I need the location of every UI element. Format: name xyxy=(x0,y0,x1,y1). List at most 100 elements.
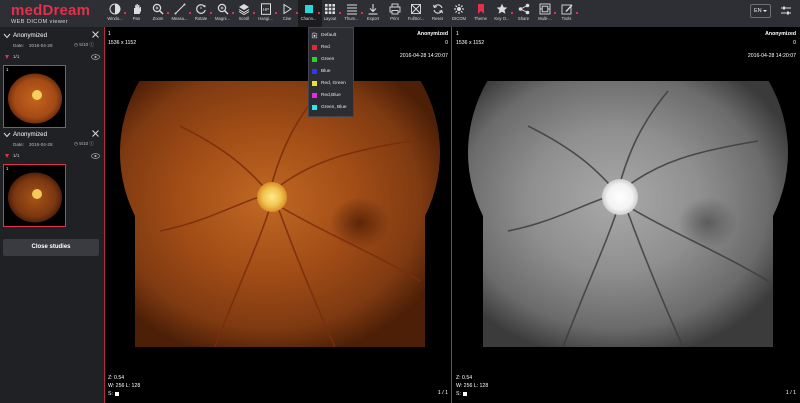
channel-option-label: Red,Blue xyxy=(321,93,341,98)
rotate-icon xyxy=(196,4,206,14)
window-level-readout: W: 256 L: 128 xyxy=(108,383,141,389)
study-sidebar: Anonymized Date: 2016-04-28 ◷ 5/10 ⓘ 1/1… xyxy=(0,27,104,403)
image-size: 1536 x 1152 xyxy=(108,40,137,46)
channel-option-red[interactable]: Red xyxy=(309,43,355,53)
layers-scroll-icon xyxy=(238,4,250,15)
multi-frame-icon xyxy=(539,3,551,15)
patient-id: 0 xyxy=(793,40,796,46)
channel-option-label: Green, Blue xyxy=(321,105,347,110)
tool-download-export-button[interactable]: Export xyxy=(362,0,386,27)
zoom-icon xyxy=(152,3,164,15)
close-icon[interactable] xyxy=(91,30,100,39)
tool-rotate-button[interactable]: Rotate xyxy=(190,0,214,27)
image-size: 1536 x 1152 xyxy=(456,40,485,46)
edit-tools-icon xyxy=(561,4,572,15)
viewport-right[interactable]: 1 1536 x 1152 Anonymized 0 2016-04-28 14… xyxy=(453,27,800,403)
tool-thumbnails-button[interactable]: Thum... xyxy=(341,0,365,27)
tool-layers-scroll-button[interactable]: Scroll xyxy=(233,0,257,27)
tool-channel-color-button[interactable]: Chann... xyxy=(297,0,322,27)
channel-option-default[interactable]: Default xyxy=(309,31,355,41)
info-icon: ⓘ xyxy=(89,42,95,47)
series-count: 1/1 xyxy=(13,54,20,59)
theme-icon xyxy=(477,4,484,14)
retina-thumbnail-image xyxy=(8,73,62,124)
chevron-down-icon[interactable] xyxy=(3,132,11,138)
study-date: 2016-04-28 xyxy=(29,142,53,147)
patient-id: 0 xyxy=(445,40,448,46)
series-row: 1/1 xyxy=(0,152,104,161)
frame-counter: 1 / 1 xyxy=(785,390,796,396)
tool-edit-tools-button[interactable]: Tools xyxy=(556,0,580,27)
logo-text: medDream xyxy=(11,2,91,19)
color-swatch xyxy=(312,45,317,50)
reset-icon xyxy=(432,4,443,14)
study-header[interactable]: Anonymized Date: 2016-04-28 ◷ 5/10 ⓘ xyxy=(0,128,104,151)
series-marker-icon xyxy=(5,154,9,158)
chevron-down-icon xyxy=(763,10,767,12)
channel-option-label: Blue xyxy=(321,69,331,74)
tool-fullscreen-button[interactable]: FullScr... xyxy=(405,0,429,27)
channel-option-red-blue[interactable]: Red,Blue xyxy=(309,91,355,101)
app-logo: medDream WEB DICOM viewer xyxy=(11,3,90,25)
patient-name: Anonymized xyxy=(417,31,448,37)
study-patient-name: Anonymized xyxy=(13,32,48,39)
ruler-measure-icon xyxy=(174,3,185,15)
printer-icon xyxy=(389,3,400,15)
close-icon[interactable] xyxy=(91,129,100,138)
hand-pan-icon xyxy=(133,4,141,14)
download-export-icon xyxy=(368,4,378,15)
color-swatch xyxy=(312,105,317,110)
dropdown-caret-icon[interactable] xyxy=(575,12,578,14)
tool-ruler-measure-button[interactable]: Measu... xyxy=(169,0,193,27)
tool-dicom-tags-button[interactable]: DICOM xyxy=(448,0,472,27)
logo-subtitle: WEB DICOM viewer xyxy=(11,19,69,25)
tool-label: Tools xyxy=(561,16,572,21)
channel-option-blue[interactable]: Blue xyxy=(309,67,355,77)
tool-key-object-star-button[interactable]: Key O... xyxy=(491,0,515,27)
tool-window-level-button[interactable]: Windo... xyxy=(104,0,128,27)
channel-option-green-blue[interactable]: Green, Blue xyxy=(309,103,355,113)
channel-option-label: Red, Green xyxy=(321,81,346,86)
eye-icon[interactable] xyxy=(91,54,100,60)
play-cine-icon xyxy=(283,3,292,15)
tool-theme-button[interactable]: Theme xyxy=(470,0,494,27)
tool-zoom-button[interactable]: Zoom xyxy=(147,0,171,27)
tool-grid-layout-button[interactable]: Layout xyxy=(319,0,343,27)
series-count: 1/1 xyxy=(13,153,20,158)
scale-readout: S: xyxy=(456,391,467,397)
tool-share-button[interactable]: Share xyxy=(513,0,537,27)
channel-color-icon xyxy=(304,5,313,13)
thumbnail-number: 1 xyxy=(6,67,9,72)
channel-dropdown-menu: Default Red Green Blue Red, Green Red,Blue Gre… xyxy=(308,27,354,117)
tool-printer-button[interactable]: Print xyxy=(384,0,408,27)
channel-option-green[interactable]: Green xyxy=(309,55,355,65)
study-header[interactable]: Anonymized Date: 2016-04-28 ◷ 5/10 ⓘ xyxy=(0,29,104,52)
tool-reset-button[interactable]: Reset xyxy=(427,0,451,27)
hanging-protocol-icon: HP xyxy=(260,3,271,15)
clock-icon: ◷ xyxy=(74,42,79,47)
settings-sliders-icon[interactable] xyxy=(778,4,794,18)
share-icon xyxy=(518,3,529,15)
close-studies-button[interactable]: Close studies xyxy=(3,239,99,256)
eye-icon[interactable] xyxy=(91,153,100,159)
channel-option-red-green[interactable]: Red, Green xyxy=(309,79,355,89)
tool-magnifier-button[interactable]: Magni... xyxy=(212,0,236,27)
chevron-down-icon[interactable] xyxy=(3,33,11,39)
viewport-left[interactable]: 1 1536 x 1152 Anonymized 0 2016-04-28 14… xyxy=(104,27,452,403)
tool-play-cine-button[interactable]: Cine xyxy=(276,0,300,27)
color-swatch xyxy=(312,69,317,74)
svg-text:HP: HP xyxy=(262,7,268,12)
color-swatch xyxy=(312,81,317,86)
series-thumbnail[interactable]: 1 xyxy=(3,164,66,227)
zoom-readout: Z: 0.54 xyxy=(108,375,125,381)
tool-hand-pan-button[interactable]: Pan xyxy=(126,0,150,27)
tool-multi-frame-button[interactable]: Multi-... xyxy=(534,0,558,27)
frame-counter: 1 / 1 xyxy=(437,390,448,396)
channel-option-label: Green xyxy=(321,57,335,62)
series-row: 1/1 xyxy=(0,53,104,62)
study-frame-count: ◷ 5/10 ⓘ xyxy=(74,42,95,47)
tool-hanging-protocol-button[interactable]: HP Hangi... xyxy=(255,0,279,27)
series-thumbnail[interactable]: 1 xyxy=(3,65,66,128)
study-patient-name: Anonymized xyxy=(13,131,48,138)
language-select[interactable]: EN xyxy=(750,4,771,18)
